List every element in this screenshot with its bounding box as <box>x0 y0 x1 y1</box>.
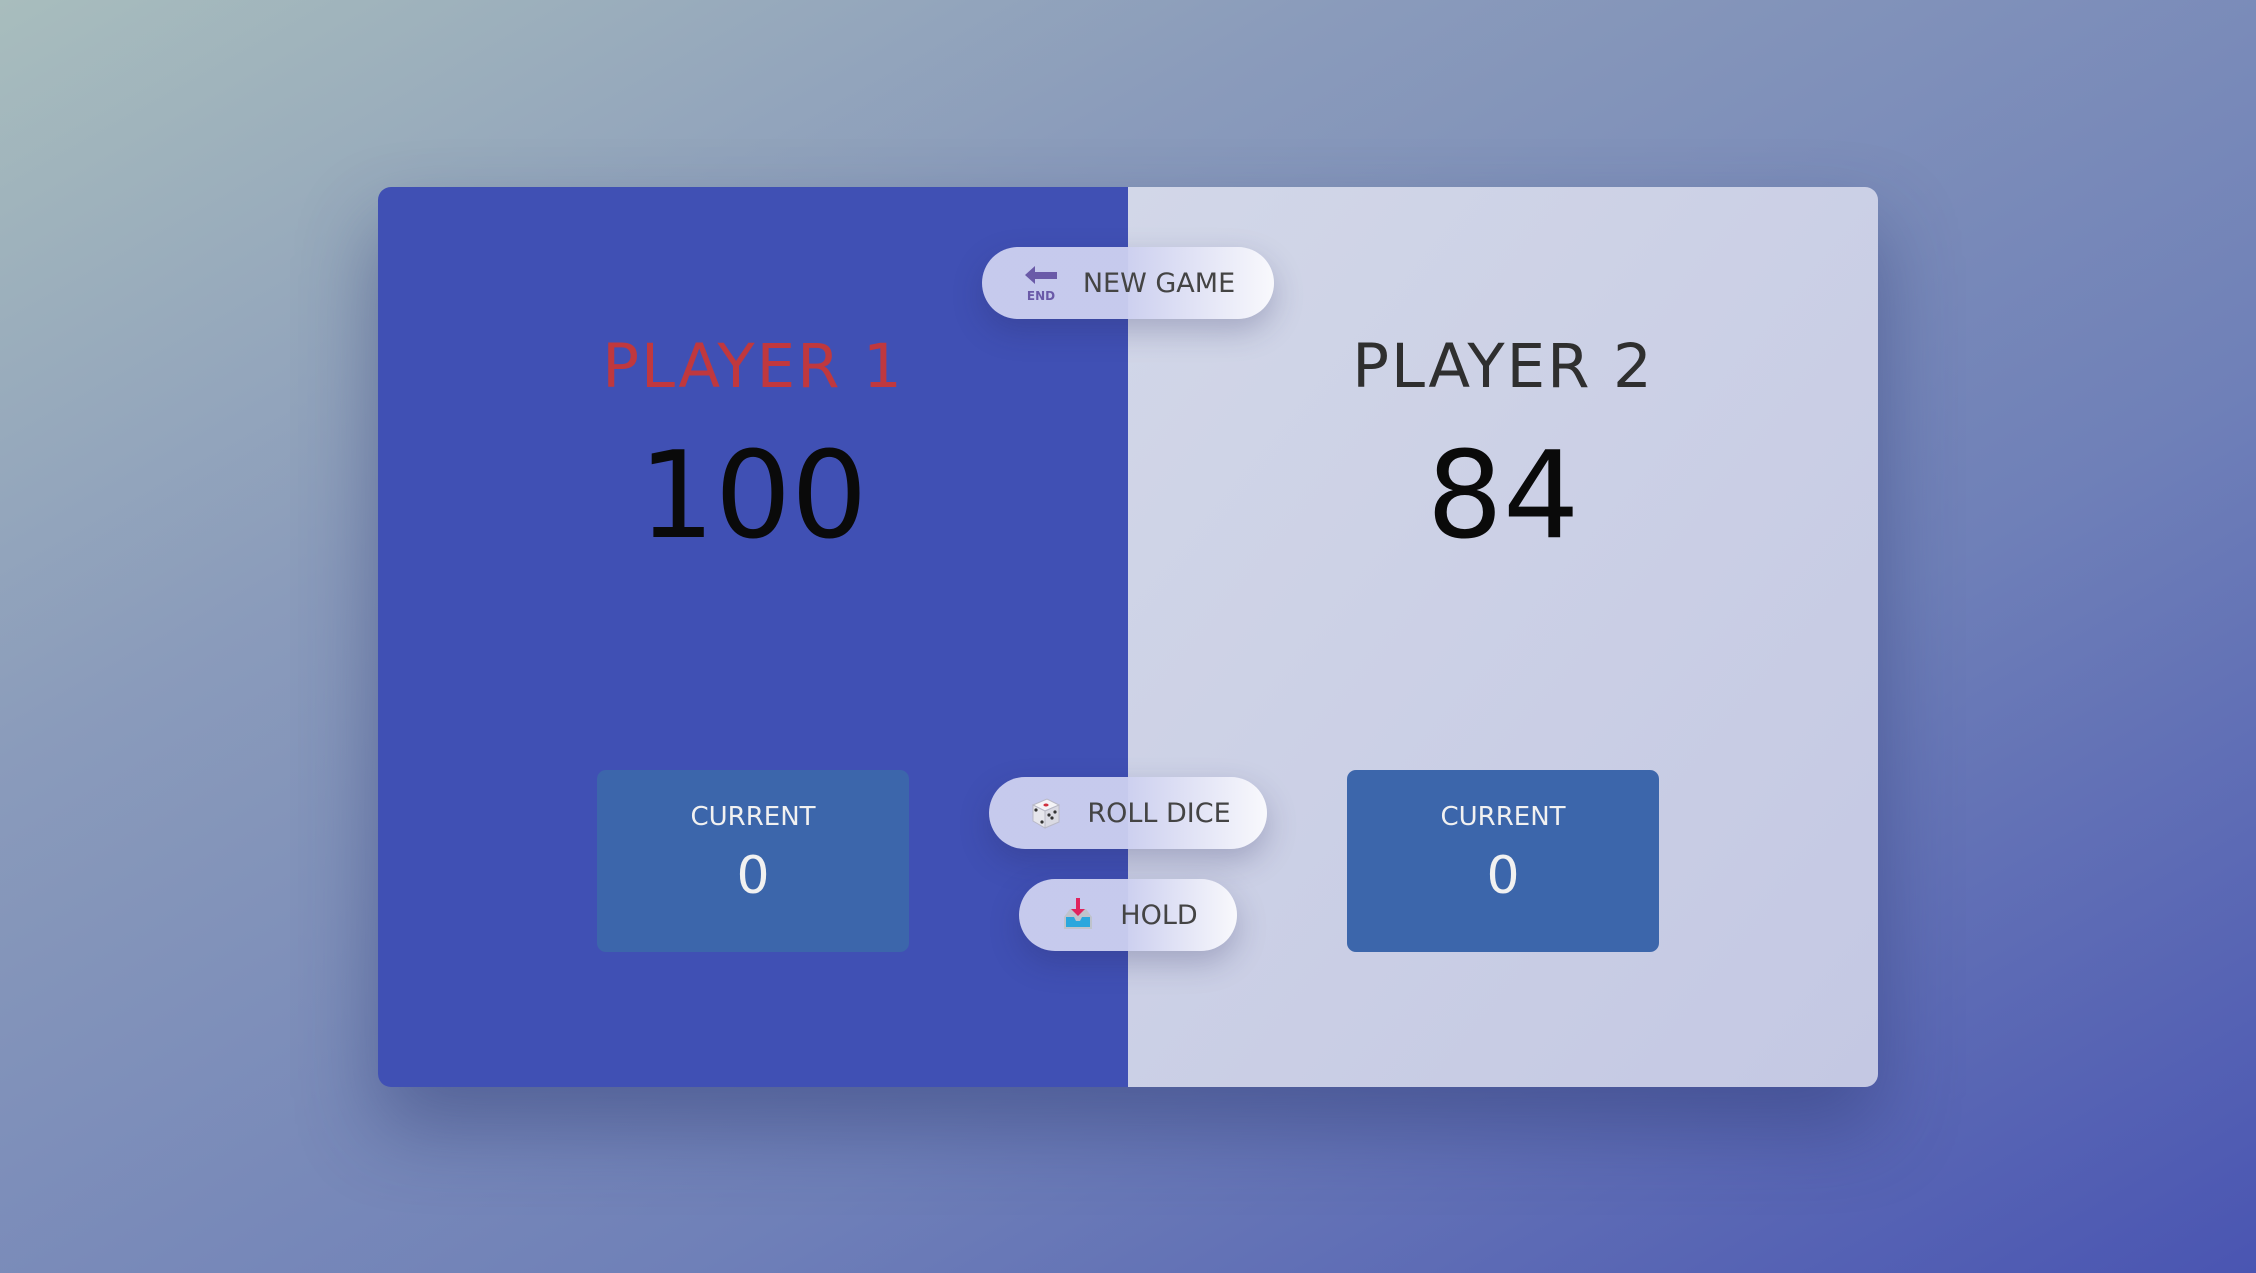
player-1-current-score: 0 <box>736 846 770 906</box>
roll-dice-label: ROLL DICE <box>1087 797 1231 829</box>
svg-text:END: END <box>1027 289 1055 303</box>
player-2-score: 84 <box>1426 427 1580 566</box>
player-1-current-label: CURRENT <box>690 802 816 832</box>
hold-button[interactable]: HOLD <box>1019 879 1237 951</box>
hold-label: HOLD <box>1120 899 1198 931</box>
new-game-button[interactable]: END NEW GAME <box>982 247 1274 319</box>
end-arrow-icon: END <box>1021 263 1061 303</box>
player-2-name: PLAYER 2 <box>1352 331 1654 402</box>
player-1-name: PLAYER 1 <box>602 331 904 402</box>
inbox-tray-icon <box>1058 895 1098 935</box>
player-1-panel: PLAYER 1 100 CURRENT 0 <box>378 187 1128 1087</box>
roll-dice-button[interactable]: ROLL DICE <box>989 777 1267 849</box>
new-game-label: NEW GAME <box>1082 267 1236 299</box>
player-2-current-label: CURRENT <box>1440 802 1566 832</box>
player-2-current-score: 0 <box>1486 846 1520 906</box>
player-2-panel: PLAYER 2 84 CURRENT 0 <box>1128 187 1878 1087</box>
player-1-current-box: CURRENT 0 <box>597 770 909 952</box>
player-1-score: 100 <box>638 427 868 566</box>
dice-icon <box>1025 793 1065 833</box>
game-board: PLAYER 1 100 CURRENT 0 PLAYER 2 84 CURRE… <box>378 187 1878 1087</box>
player-2-current-box: CURRENT 0 <box>1347 770 1659 952</box>
